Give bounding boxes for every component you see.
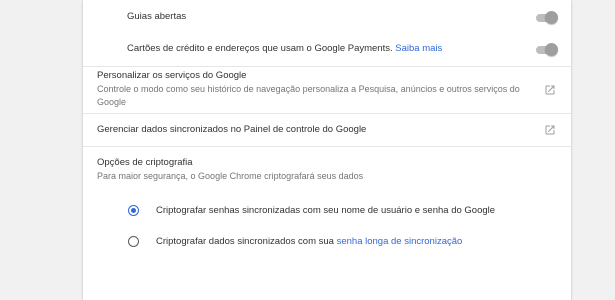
- payments-toggle[interactable]: [535, 43, 558, 57]
- learn-more-link[interactable]: Saiba mais: [395, 43, 442, 54]
- payments-label-text: Cartões de crédito e endereços que usam …: [127, 43, 393, 54]
- toggle-knob: [545, 43, 558, 56]
- encryption-description: Para maior segurança, o Google Chrome cr…: [97, 171, 364, 181]
- manage-title: Gerenciar dados sincronizados no Painel …: [97, 124, 367, 135]
- radio-button[interactable]: [128, 236, 139, 247]
- sync-item-open-tabs: Guias abertas: [83, 1, 571, 33]
- radio-dot: [131, 208, 136, 213]
- encryption-option-passwords[interactable]: Criptografar senhas sincronizadas com se…: [83, 204, 571, 222]
- sync-settings-card: Guias abertas Cartões de crédito e ender…: [83, 0, 571, 300]
- encryption-title: Opções de criptografia: [97, 157, 193, 168]
- sync-item-label: Cartões de crédito e endereços que usam …: [127, 43, 442, 54]
- toggle-knob: [545, 11, 558, 24]
- divider: [83, 113, 571, 114]
- radio-label: Criptografar senhas sincronizadas com se…: [156, 205, 496, 216]
- personalize-title: Personalizar os serviços do Google: [97, 70, 247, 81]
- sync-item-label: Guias abertas: [127, 11, 187, 22]
- personalize-description: Controle o modo como seu histórico de na…: [97, 84, 520, 107]
- radio-label: Criptografar dados sincronizados com sua…: [156, 236, 462, 247]
- encryption-option-passphrase[interactable]: Criptografar dados sincronizados com sua…: [83, 235, 571, 253]
- sync-passphrase-link[interactable]: senha longa de sincronização: [337, 236, 463, 247]
- open-in-new-icon[interactable]: [544, 84, 556, 96]
- passphrase-label-text: Criptografar dados sincronizados com sua: [156, 236, 334, 247]
- sync-item-payments: Cartões de crédito e endereços que usam …: [83, 33, 571, 65]
- open-tabs-toggle[interactable]: [535, 11, 558, 25]
- radio-button-selected[interactable]: [128, 205, 139, 216]
- divider: [83, 146, 571, 147]
- open-in-new-icon[interactable]: [544, 124, 556, 136]
- divider: [83, 66, 571, 67]
